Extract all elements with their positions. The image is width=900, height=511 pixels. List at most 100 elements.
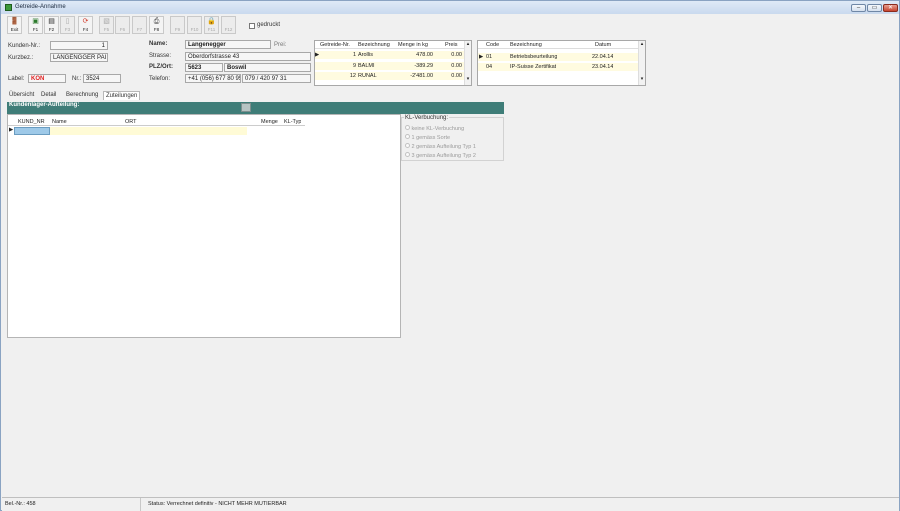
table-row[interactable]: ▶ 1 Arollis 478.00 0.00 <box>315 51 464 59</box>
scroll-down-icon[interactable]: ▾ <box>465 76 471 82</box>
toolbar-f5-button[interactable]: ▧ F5 <box>99 16 114 34</box>
strasse-field[interactable]: Oberdorfstrasse 43 <box>185 52 311 61</box>
scroll-down-icon[interactable]: ▾ <box>639 76 645 82</box>
ort-field[interactable]: Boswil <box>224 63 311 72</box>
radio-icon[interactable] <box>405 152 410 157</box>
cell: Betriebsbeurteilung <box>510 54 558 60</box>
kl-grid-header: KUND_NR Name ORT Menge KL-Typ <box>8 118 305 126</box>
blank-icon <box>116 17 129 26</box>
toolbar-f7-button[interactable]: F7 <box>132 16 147 34</box>
table-row[interactable]: 9 BALMI -389.29 0.00 <box>315 62 464 70</box>
name-ort-cell[interactable] <box>50 127 247 135</box>
plz-field[interactable]: 5623 <box>185 63 223 72</box>
col-header[interactable]: ORT <box>125 118 137 126</box>
toolbar-f8-button[interactable]: ⎙ F8 <box>149 16 164 34</box>
kunden-nr-field[interactable]: 1 <box>50 41 108 50</box>
kl-option-2[interactable]: 2 gemäss Aufteilung Typ 1 <box>405 143 476 150</box>
toolbar-exit-button[interactable]: 🚪 Exit <box>7 16 22 34</box>
kl-option-0[interactable]: keine KL-Verbuchung <box>405 125 464 132</box>
radio-icon[interactable] <box>405 134 410 139</box>
toolbar-f10-button[interactable]: F10 <box>187 16 202 34</box>
cell: 0.00 <box>451 52 462 58</box>
prei-label: Prei: <box>274 42 287 48</box>
maximize-button[interactable]: ▭ <box>867 4 882 12</box>
kurzbez-field[interactable]: LANGENGGER PAI <box>50 53 108 62</box>
getreide-scrollbar[interactable]: ▴ ▾ <box>464 41 471 85</box>
toolbar-f4-button[interactable]: ⟳ F4 <box>78 16 93 34</box>
col-header[interactable]: Preis <box>445 41 458 49</box>
zertifikat-grid[interactable]: Code Bezeichnung Datum ▶ 01 Betriebsbeur… <box>477 40 646 86</box>
radio-icon[interactable] <box>405 143 410 148</box>
cell: 01 <box>486 54 493 60</box>
row-indicator-icon: ▶ <box>315 52 320 58</box>
cell: BALMI <box>358 63 375 69</box>
col-header[interactable]: Bezeichnung <box>510 41 542 49</box>
radio-icon[interactable] <box>405 125 410 130</box>
tab-detail[interactable]: Detail <box>39 91 58 100</box>
kunden-nr-label: Kunden-Nr.: <box>8 43 41 49</box>
col-header[interactable]: Bezeichnung <box>358 41 390 49</box>
blank-icon <box>171 17 184 26</box>
cell: Arollis <box>358 52 373 58</box>
col-header[interactable]: Code <box>486 41 499 49</box>
toolbar-f12-button[interactable]: F12 <box>221 16 236 34</box>
toolbar-f6-button[interactable]: F6 <box>115 16 130 34</box>
label-field[interactable]: KON <box>28 74 66 83</box>
status-text: Status: Verrechnet definitiv - NICHT MEH… <box>148 501 287 507</box>
section-title: Kundenlager-Aufteilung: <box>9 102 80 108</box>
cell: 9 <box>352 63 356 69</box>
gedruckt-checkbox[interactable] <box>249 23 255 29</box>
door-icon: 🚪 <box>10 18 19 25</box>
col-header[interactable]: Datum <box>595 41 611 49</box>
label-label: Label: <box>8 76 25 82</box>
kl-verbuchung-title: KL-Verbuchung: <box>404 115 450 121</box>
page-icon: ▯ <box>65 18 70 25</box>
section-toggle-button[interactable] <box>241 103 251 112</box>
kund-nr-cell[interactable] <box>14 127 50 135</box>
toolbar-f1-button[interactable]: ▣ F1 <box>28 16 43 34</box>
row-indicator-icon: ▶ <box>9 127 14 133</box>
toolbar-f3-button[interactable]: ▯ F3 <box>60 16 75 34</box>
window-title: Getreide-Annahme <box>15 4 66 10</box>
minimize-button[interactable]: – <box>851 4 866 12</box>
col-header[interactable]: Menge in kg <box>398 41 428 49</box>
col-header[interactable]: KL-Typ <box>284 118 301 126</box>
app-icon <box>5 4 12 11</box>
table-row[interactable]: ▶ 01 Betriebsbeurteilung 22.04.14 <box>478 53 638 61</box>
getreide-grid[interactable]: Getreide-Nr. Bezeichnung Menge in kg Pre… <box>314 40 472 86</box>
col-header[interactable]: Getreide-Nr. <box>320 41 350 49</box>
status-divider <box>140 498 141 511</box>
kl-option-1[interactable]: 1 gemäss Sorte <box>405 134 450 141</box>
kl-option-3[interactable]: 3 gemäss Aufteilung Typ 2 <box>405 152 476 159</box>
tab-uebersicht[interactable]: Übersicht <box>7 91 36 100</box>
kl-grid[interactable]: KUND_NR Name ORT Menge KL-Typ ▶ <box>7 114 401 338</box>
table-row[interactable]: 04 IP-Suisse Zertifikat 23.04.14 <box>478 63 638 71</box>
col-header[interactable]: Menge <box>261 118 278 126</box>
printer-icon: ⎙ <box>153 18 160 25</box>
scroll-up-icon[interactable]: ▴ <box>639 41 645 47</box>
toolbar-f9-button[interactable]: F9 <box>170 16 185 34</box>
cell: IP-Suisse Zertifikat <box>510 64 557 70</box>
col-header[interactable]: KUND_NR <box>18 118 45 126</box>
nr-field[interactable]: 3524 <box>83 74 121 83</box>
image-icon: ▧ <box>103 18 110 25</box>
zertifikat-scrollbar[interactable]: ▴ ▾ <box>638 41 645 85</box>
blank-icon <box>133 17 146 26</box>
col-header[interactable]: Name <box>52 118 67 126</box>
name-field[interactable]: Langenegger <box>185 40 271 49</box>
close-button[interactable]: ✕ <box>883 4 898 12</box>
nr-label: Nr.: <box>72 76 82 82</box>
toolbar-f11-button[interactable]: 🔒 F11 <box>204 16 219 34</box>
cell: 478.00 <box>416 52 433 58</box>
cell: 0.00 <box>451 73 462 79</box>
scroll-up-icon[interactable]: ▴ <box>465 41 471 47</box>
table-row[interactable]: 12 RUNAL -2'481.00 0.00 <box>315 72 464 80</box>
cell: 04 <box>486 64 493 70</box>
toolbar-f2-button[interactable]: ▤ F2 <box>44 16 59 34</box>
telefon1-field[interactable]: +41 (056) 677 80 95 <box>185 74 241 83</box>
status-bar: Bel.-Nr.: 458 Status: Verrechnet definit… <box>2 497 899 511</box>
tab-zuteilungen[interactable]: Zuteilungen <box>103 91 141 100</box>
tab-berechnung[interactable]: Berechnung <box>64 91 100 100</box>
cell: -389.29 <box>414 63 433 69</box>
telefon2-field[interactable]: 079 / 420 97 31 <box>242 74 311 83</box>
